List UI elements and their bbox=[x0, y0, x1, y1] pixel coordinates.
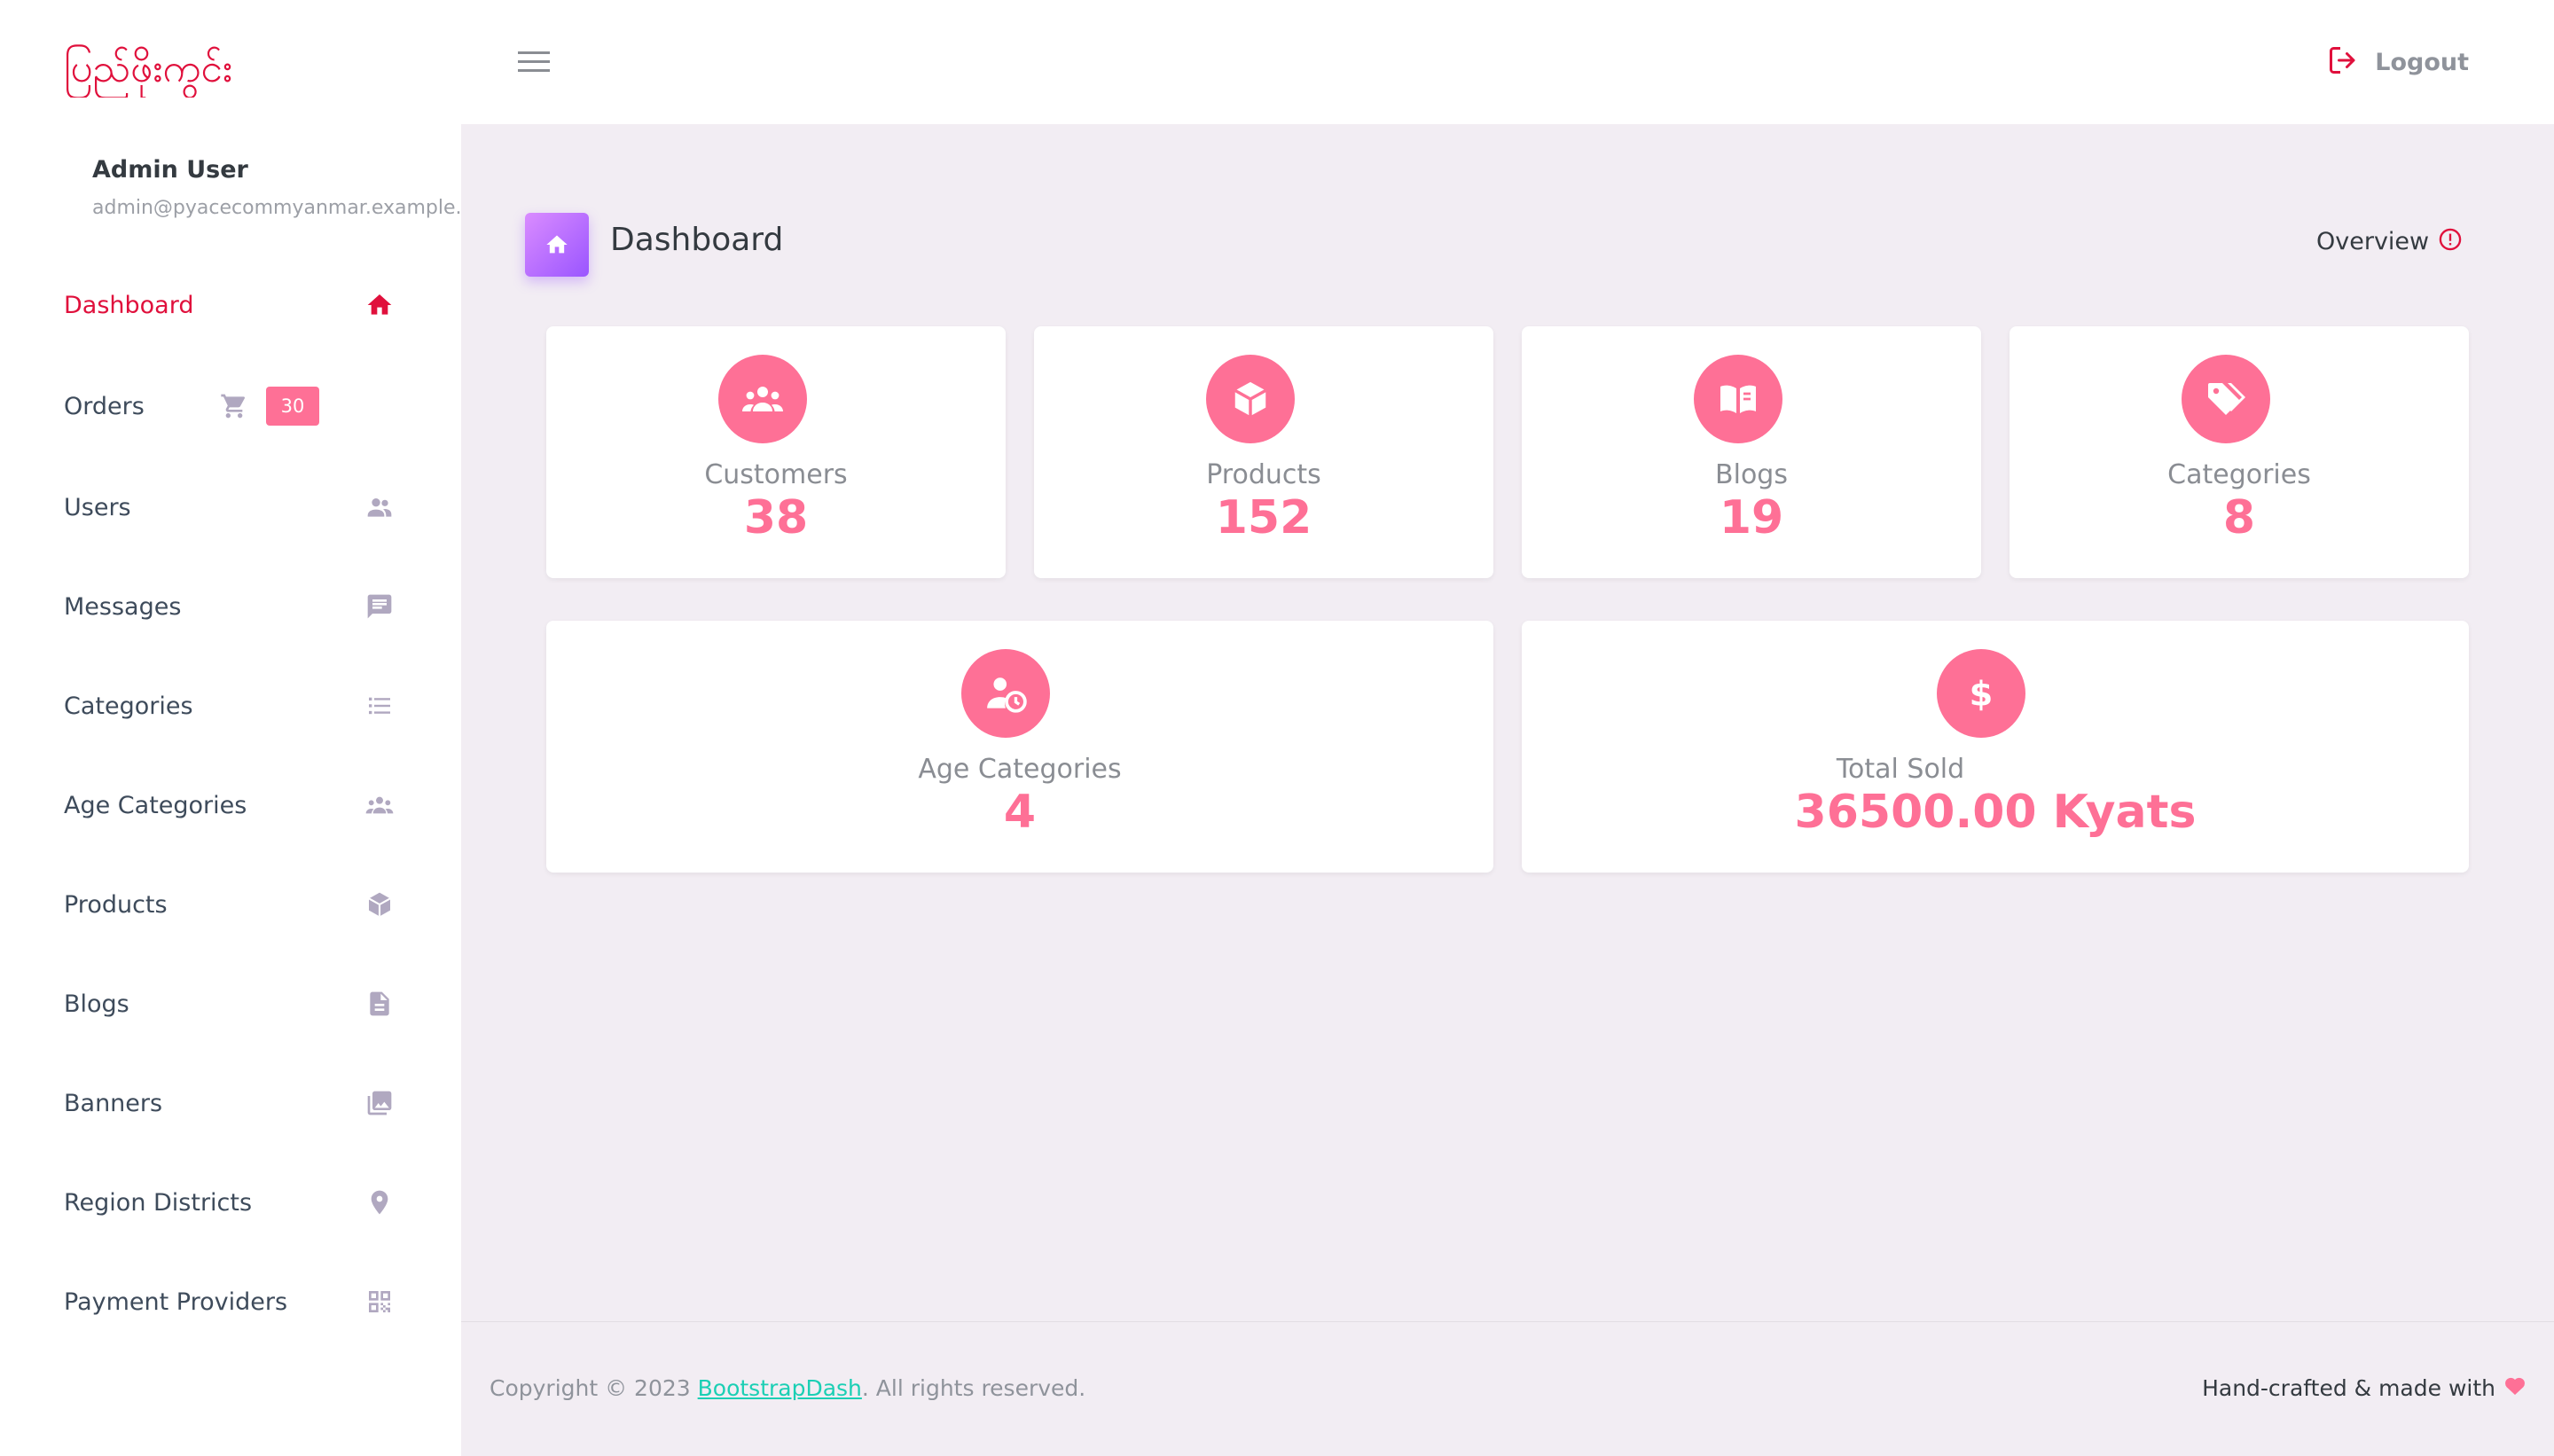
message-icon bbox=[365, 592, 394, 621]
dollar-icon: $ bbox=[1937, 649, 2025, 738]
stat-value: 4 bbox=[1003, 786, 1037, 839]
user-profile[interactable]: Admin User admin@pyacecommyanmar.example… bbox=[92, 156, 461, 219]
sidebar-item-payment-providers[interactable]: Payment Providers bbox=[64, 1275, 401, 1328]
stat-value: 8 bbox=[2222, 491, 2256, 544]
profile-email: admin@pyacecommyanmar.example.com bbox=[92, 197, 461, 219]
sidebar: ပြည်ဖိုးကွင်း Admin User admin@pyacecomm… bbox=[0, 0, 461, 1456]
profile-name: Admin User bbox=[92, 156, 248, 184]
sidebar-item-label: Orders bbox=[64, 392, 145, 420]
logout-label: Logout bbox=[2375, 48, 2469, 76]
stat-card-products[interactable]: Products 152 bbox=[1034, 326, 1493, 578]
stat-card-blogs[interactable]: Blogs 19 bbox=[1522, 326, 1981, 578]
qr-code-icon bbox=[365, 1288, 394, 1316]
footer-credit: Hand-crafted & made with bbox=[2202, 1375, 2526, 1401]
overview-link[interactable]: Overview bbox=[2316, 227, 2463, 255]
cube-icon bbox=[1206, 355, 1295, 443]
sidebar-item-messages[interactable]: Messages bbox=[64, 580, 401, 633]
users-icon bbox=[365, 493, 394, 521]
users-icon bbox=[718, 355, 807, 443]
alert-circle-icon bbox=[2438, 227, 2463, 255]
sidebar-item-label: Dashboard bbox=[64, 291, 194, 319]
sidebar-item-label: Blogs bbox=[64, 990, 129, 1018]
sidebar-item-orders[interactable]: Orders 30 bbox=[64, 380, 401, 433]
sidebar-item-label: Messages bbox=[64, 592, 182, 621]
svg-text:$: $ bbox=[1970, 674, 1994, 714]
heart-icon bbox=[2504, 1375, 2526, 1401]
sidebar-item-label: Categories bbox=[64, 692, 193, 720]
sidebar-item-label: Region Districts bbox=[64, 1188, 253, 1217]
book-icon bbox=[1694, 355, 1782, 443]
page-title: Dashboard bbox=[610, 222, 784, 258]
stat-value: 152 bbox=[1215, 491, 1312, 544]
sidebar-item-label: Payment Providers bbox=[64, 1288, 288, 1316]
stat-label: Products bbox=[1206, 459, 1321, 490]
sidebar-item-age-categories[interactable]: Age Categories bbox=[64, 779, 401, 832]
list-icon bbox=[365, 692, 394, 720]
group-icon bbox=[365, 791, 394, 819]
stat-label: Customers bbox=[704, 459, 848, 490]
sidebar-item-banners[interactable]: Banners bbox=[64, 1076, 401, 1130]
sidebar-item-dashboard[interactable]: Dashboard bbox=[64, 278, 401, 332]
overview-label: Overview bbox=[2316, 227, 2430, 255]
hamburger-icon[interactable] bbox=[516, 48, 552, 76]
tag-icon bbox=[2182, 355, 2270, 443]
stat-value: 19 bbox=[1719, 491, 1784, 544]
stat-value: 38 bbox=[743, 491, 809, 544]
document-icon bbox=[365, 990, 394, 1018]
stat-label: Blogs bbox=[1715, 459, 1788, 490]
top-navbar: Logout bbox=[461, 0, 2554, 124]
sidebar-item-categories[interactable]: Categories bbox=[64, 679, 401, 732]
map-pin-icon bbox=[365, 1188, 394, 1217]
stat-label: Age Categories bbox=[918, 754, 1122, 785]
stat-value: 36500.00 Kyats bbox=[1794, 786, 2197, 839]
sidebar-item-label: Age Categories bbox=[64, 791, 247, 819]
cart-icon bbox=[220, 392, 248, 420]
brand-logo[interactable]: ပြည်ဖိုးကွင်း bbox=[64, 35, 312, 99]
stat-card-categories[interactable]: Categories 8 bbox=[2010, 326, 2469, 578]
sidebar-item-blogs[interactable]: Blogs bbox=[64, 977, 401, 1030]
footer-link-bootstrapdash[interactable]: BootstrapDash bbox=[698, 1375, 862, 1401]
logout-button[interactable]: Logout bbox=[2327, 43, 2469, 82]
sidebar-item-region-districts[interactable]: Region Districts bbox=[64, 1176, 401, 1229]
copyright-prefix: Copyright © 2023 bbox=[490, 1375, 698, 1401]
svg-text:ပြည်ဖိုးကွင်း: ပြည်ဖိုးကွင်း bbox=[64, 44, 232, 98]
sidebar-item-users[interactable]: Users bbox=[64, 481, 401, 534]
credit-text: Hand-crafted & made with bbox=[2202, 1375, 2495, 1401]
sidebar-item-label: Banners bbox=[64, 1089, 163, 1117]
sidebar-item-label: Products bbox=[64, 890, 168, 919]
footer: Copyright © 2023 BootstrapDash. All righ… bbox=[461, 1321, 2554, 1456]
stat-card-age-categories[interactable]: Age Categories 4 bbox=[546, 621, 1493, 873]
stat-label: Categories bbox=[2167, 459, 2311, 490]
sidebar-item-products[interactable]: Products bbox=[64, 878, 401, 931]
logout-icon bbox=[2327, 44, 2359, 80]
stat-card-customers[interactable]: Customers 38 bbox=[546, 326, 1006, 578]
orders-count-badge: 30 bbox=[266, 387, 319, 426]
stat-card-total-sold[interactable]: $ Total Sold 36500.00 Kyats bbox=[1522, 621, 2469, 873]
sidebar-item-label: Users bbox=[64, 493, 131, 521]
home-icon bbox=[365, 291, 394, 319]
footer-copyright: Copyright © 2023 BootstrapDash. All righ… bbox=[490, 1375, 1085, 1401]
stat-label: Total Sold bbox=[1836, 754, 1965, 785]
brand-logo-icon: ပြည်ဖိုးကွင်း bbox=[64, 44, 232, 99]
page-header-home-icon bbox=[525, 213, 589, 277]
image-icon bbox=[365, 1089, 394, 1117]
copyright-suffix: . All rights reserved. bbox=[861, 1375, 1086, 1401]
user-clock-icon bbox=[961, 649, 1050, 738]
cube-icon bbox=[365, 890, 394, 919]
